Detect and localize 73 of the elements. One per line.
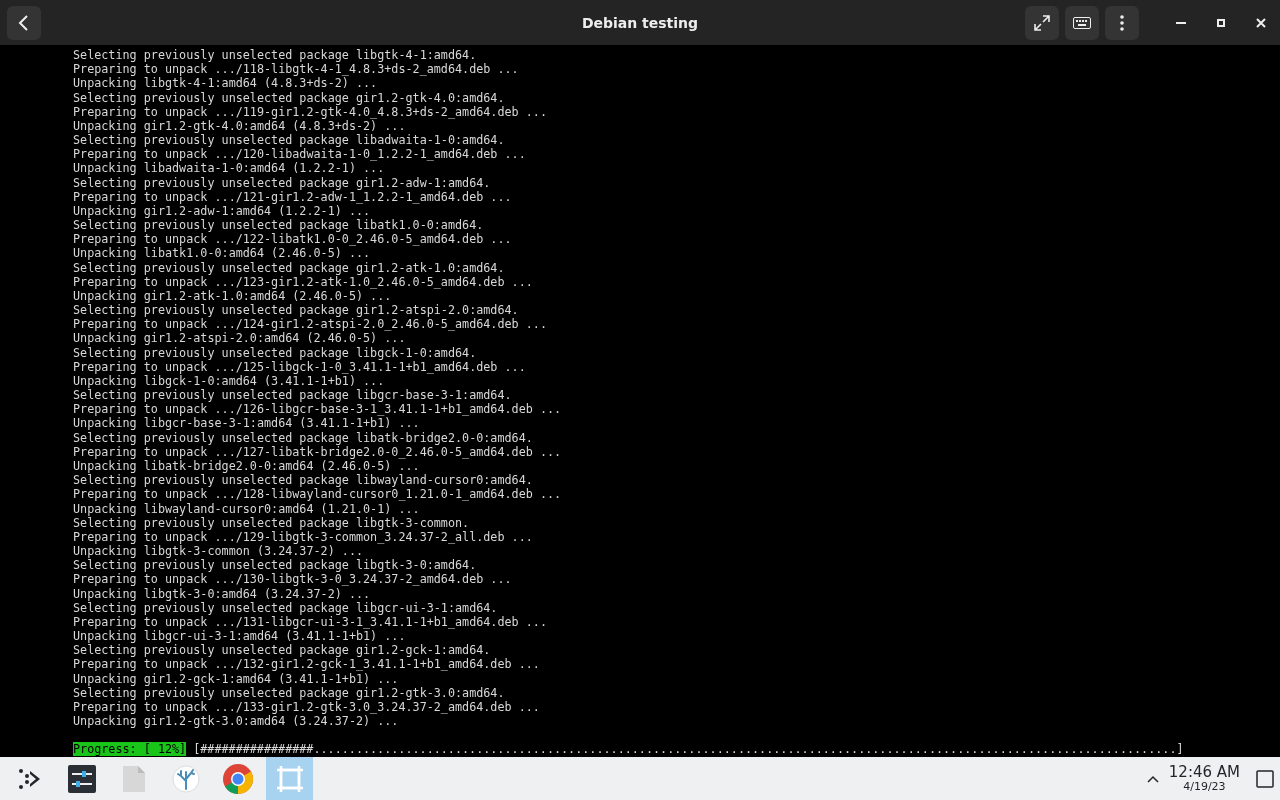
terminal-line: Selecting previously unselected package gir1.2-gtk-3.0:amd64. — [73, 685, 505, 700]
maximize-icon — [1217, 18, 1225, 27]
terminal-line: Selecting previously unselected package libwayland-cursor0:amd64. — [73, 473, 533, 488]
terminal-line: Selecting previously unselected package libatk1.0-0:amd64. — [73, 218, 484, 233]
keyboard-icon — [1073, 16, 1091, 29]
coral-icon — [171, 764, 200, 793]
terminal-line: Preparing to unpack .../131-libgcr-ui-3-1_3.41.1-1+b1_amd64.deb ... — [73, 614, 547, 630]
file-icon — [121, 764, 146, 793]
progress-bar-text: [################..........................................................................................................................] — [193, 742, 1184, 757]
terminal-line: Selecting previously unselected package gir1.2-atspi-2.0:amd64. — [73, 303, 519, 318]
terminal-line: Preparing to unpack .../123-gir1.2-atk-1.0_2.46.0-5_amd64.deb ... — [73, 274, 533, 289]
terminal-line: Preparing to unpack .../130-libgtk-3-0_3.24.37-2_amd64.deb ... — [73, 572, 512, 587]
terminal-line: Unpacking libgcr-base-3-1:amd64 (3.41.1-1+b1) ... — [73, 416, 420, 431]
clock-time[interactable]: 12:46 AM — [1168, 764, 1240, 781]
chevron-up-icon — [1146, 774, 1159, 783]
terminal-line: Preparing to unpack .../121-gir1.2-adw-1_1.2.2-1_amd64.deb ... — [73, 189, 512, 204]
terminal-line: Preparing to unpack .../132-gir1.2-gck-1_3.41.1-1+b1_amd64.deb ... — [73, 657, 540, 672]
terminal-line: Selecting previously unselected package libgtk-3-0:amd64. — [73, 558, 477, 573]
frame-icon — [274, 763, 305, 794]
terminal-line: Preparing to unpack .../122-libatk1.0-0_2.46.0-5_amd64.deb ... — [73, 232, 512, 247]
browser-icon — [221, 762, 254, 795]
show-desktop-button[interactable] — [1256, 769, 1274, 788]
terminal-line: Unpacking libgck-1-0:amd64 (3.41.1-1+b1) ... — [73, 373, 385, 389]
terminal-line: Selecting previously unselected package gir1.2-atk-1.0:amd64. — [73, 260, 505, 275]
menu-button[interactable] — [1105, 5, 1139, 40]
terminal-line: Preparing to unpack .../133-gir1.2-gtk-3.0_3.24.37-2_amd64.deb ... — [73, 699, 540, 715]
minimize-icon — [1176, 21, 1186, 24]
terminal-line: Preparing to unpack .../128-libwayland-cursor0_1.21.0-1_amd64.deb ... — [73, 487, 562, 502]
terminal-line: Selecting previously unselected package gir1.2-gtk-4.0:amd64. — [73, 90, 505, 105]
terminal-line: Unpacking libgtk-4-1:amd64 (4.8.3+ds-2) ... — [73, 76, 378, 91]
terminal-line: Preparing to unpack .../129-libgtk-3-common_3.24.37-2_all.deb ... — [73, 529, 533, 544]
terminal-line: Unpacking gir1.2-atk-1.0:amd64 (2.46.0-5) ... — [73, 288, 392, 304]
terminal-line: Unpacking libgtk-3-common (3.24.37-2) ... — [73, 544, 364, 559]
terminal-line: Selecting previously unselected package libgtk-3-common. — [73, 515, 470, 530]
terminal-line: Preparing to unpack .../124-gir1.2-atspi-2.0_2.46.0-5_amd64.deb ... — [73, 317, 547, 332]
terminal-line: Selecting previously unselected package libadwaita-1-0:amd64. — [73, 133, 505, 148]
tray-expand-button[interactable] — [1146, 774, 1159, 783]
terminal-line: Unpacking libatk1.0-0:amd64 (2.46.0-5) ... — [73, 246, 371, 261]
terminal-line: Selecting previously unselected package libatk-bridge2.0-0:amd64. — [73, 430, 533, 445]
terminal-line: Preparing to unpack .../119-gir1.2-gtk-4.0_4.8.3+ds-2_amd64.deb ... — [73, 104, 547, 119]
terminal-line: Selecting previously unselected package libgck-1-0:amd64. — [73, 345, 477, 360]
terminal-line: Unpacking gir1.2-adw-1:amd64 (1.2.2-1) ... — [73, 203, 371, 219]
terminal-line: Unpacking libwayland-cursor0:amd64 (1.21.0-1) ... — [73, 501, 420, 516]
keyboard-button[interactable] — [1065, 5, 1099, 40]
terminal-line: Selecting previously unselected package libgcr-ui-3-1:amd64. — [73, 600, 498, 615]
more-icon — [1120, 14, 1124, 31]
terminal-line: Unpacking libgtk-3-0:amd64 (3.24.37-2) ... — [73, 586, 371, 601]
terminal-line: Preparing to unpack .../125-libgck-1-0_3.41.1-1+b1_amd64.deb ... — [73, 359, 526, 374]
terminal-line: Unpacking libatk-bridge2.0-0:amd64 (2.46.0-5) ... — [73, 459, 420, 474]
terminal-line: Unpacking gir1.2-gtk-4.0:amd64 (4.8.3+ds-2) ... — [73, 118, 406, 134]
terminal-line: Unpacking libgcr-ui-3-1:amd64 (3.41.1-1+b1) ... — [73, 629, 406, 644]
terminal-line: Preparing to unpack .../118-libgtk-4-1_4.8.3+ds-2_amd64.deb ... — [73, 62, 519, 77]
back-button[interactable] — [7, 5, 41, 40]
window-title: Debian testing — [581, 14, 699, 31]
terminal-line: Preparing to unpack .../120-libadwaita-1-0_1.2.2-1_amd64.deb ... — [73, 147, 526, 162]
terminal-line: Selecting previously unselected package libgcr-base-3-1:amd64. — [73, 388, 512, 403]
terminal-line: Unpacking libadwaita-1-0:amd64 (1.2.2-1) ... — [73, 161, 385, 176]
terminal-line: Unpacking gir1.2-gtk-3.0:amd64 (3.24.37-2) ... — [73, 714, 399, 729]
terminal-line: Preparing to unpack .../127-libatk-bridge2.0-0_2.46.0-5_amd64.deb ... — [73, 444, 562, 459]
fullscreen-button[interactable] — [1025, 5, 1059, 40]
terminal-line: Selecting previously unselected package gir1.2-adw-1:amd64. — [73, 175, 491, 190]
back-icon — [18, 14, 30, 31]
expand-icon — [1034, 14, 1050, 31]
terminal-line: Unpacking gir1.2-gck-1:amd64 (3.41.1-1+b1) ... — [73, 671, 399, 686]
terminal-line: Preparing to unpack .../126-libgcr-base-3-1_3.41.1-1+b1_amd64.deb ... — [73, 402, 562, 417]
terminal-line: Selecting previously unselected package libgtk-4-1:amd64. — [73, 48, 477, 63]
close-icon — [1256, 17, 1266, 28]
terminal-line: Unpacking gir1.2-atspi-2.0:amd64 (2.46.0-5) ... — [73, 331, 406, 346]
sliders-icon — [67, 764, 96, 793]
desktop-icon — [1256, 769, 1274, 788]
progress-label: Progress: [ 12%] — [73, 742, 187, 757]
clock-date[interactable]: 4/19/23 — [1183, 781, 1226, 793]
terminal-line: Selecting previously unselected package gir1.2-gck-1:amd64. — [73, 643, 491, 658]
